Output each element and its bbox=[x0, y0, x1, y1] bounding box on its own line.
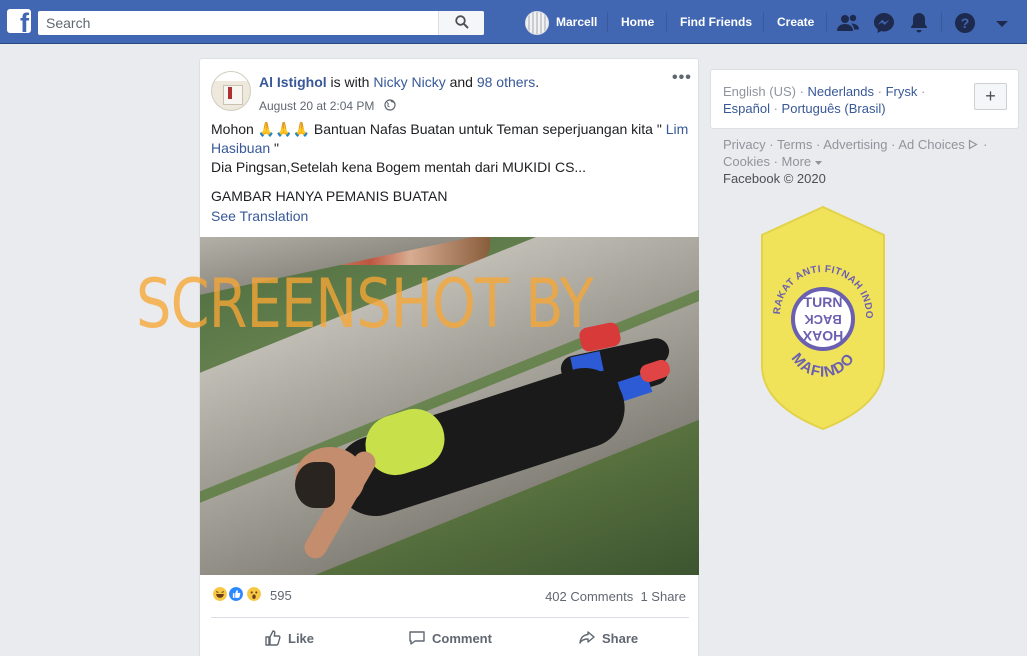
top-navigation-bar: f Marcell Home Find Friends Create ? bbox=[0, 0, 1027, 44]
share-icon bbox=[579, 631, 595, 644]
cookies-link[interactable]: Cookies bbox=[723, 154, 770, 169]
post-text-line-1: Mohon 🙏🙏🙏 Bantuan Nafas Buatan untuk Tem… bbox=[211, 120, 689, 158]
post-message: Mohon 🙏🙏🙏 Bantuan Nafas Buatan untuk Tem… bbox=[211, 120, 689, 206]
profile-avatar[interactable] bbox=[525, 11, 549, 35]
nav-divider bbox=[763, 12, 764, 32]
notifications-icon[interactable] bbox=[907, 11, 931, 35]
badge-center-line-1: TURN bbox=[804, 294, 843, 310]
facebook-logo-icon[interactable]: f bbox=[7, 9, 31, 33]
language-link[interactable]: Frysk bbox=[886, 84, 918, 99]
engagement-counts: 402 Comments 1 Share bbox=[545, 589, 686, 604]
actions-divider bbox=[211, 617, 689, 618]
post-options-button[interactable]: ••• bbox=[672, 69, 692, 87]
author-name[interactable]: Al Istighol bbox=[259, 74, 327, 90]
and-text: and bbox=[445, 74, 477, 90]
like-button[interactable]: Like bbox=[264, 629, 314, 647]
messenger-icon[interactable] bbox=[872, 11, 896, 35]
more-link[interactable]: More bbox=[782, 154, 812, 169]
search-input[interactable] bbox=[38, 11, 438, 35]
copyright-text: Facebook © 2020 bbox=[723, 171, 826, 186]
wow-reaction-icon bbox=[245, 585, 263, 603]
privacy-link[interactable]: Privacy bbox=[723, 137, 766, 152]
author-avatar[interactable] bbox=[211, 71, 251, 111]
avatar-book-image bbox=[223, 85, 243, 105]
friend-requests-icon[interactable] bbox=[836, 11, 860, 35]
language-selector-card: English (US) · Nederlands · Frysk · Espa… bbox=[710, 69, 1019, 129]
ad-choices-icon bbox=[969, 139, 979, 150]
search-icon bbox=[455, 15, 469, 29]
comment-label: Comment bbox=[432, 631, 492, 646]
post-meta: August 20 at 2:04 PM bbox=[259, 99, 396, 113]
post-text-first: Mohon 🙏🙏🙏 Bantuan Nafas Buatan untuk Tem… bbox=[211, 121, 662, 137]
facebook-logo-letter: f bbox=[20, 9, 29, 34]
language-link[interactable]: Español bbox=[723, 101, 770, 116]
home-link[interactable]: Home bbox=[621, 15, 654, 29]
find-friends-link[interactable]: Find Friends bbox=[680, 15, 752, 29]
globe-icon[interactable] bbox=[384, 99, 396, 111]
see-translation-link[interactable]: See Translation bbox=[211, 208, 308, 224]
comment-button[interactable]: Comment bbox=[408, 629, 492, 647]
post-text-quote: " bbox=[270, 140, 280, 156]
with-text: is with bbox=[326, 74, 374, 90]
badge-center-line-3: HOAX bbox=[802, 328, 843, 344]
post-text-line-2: Dia Pingsan,Setelah kena Bogem mentah da… bbox=[211, 159, 587, 175]
turn-back-hoax-badge: MASYARAKAT ANTI FITNAH INDONESIA TURN BA… bbox=[756, 205, 885, 431]
shares-count-link[interactable]: 1 Share bbox=[640, 589, 686, 604]
nav-divider bbox=[826, 12, 827, 32]
tagged-others-link[interactable]: 98 others bbox=[477, 74, 535, 90]
add-language-button[interactable]: + bbox=[974, 83, 1007, 110]
share-label: Share bbox=[602, 631, 639, 646]
photo-person-hair bbox=[295, 462, 335, 508]
search-button[interactable] bbox=[438, 11, 484, 35]
period-text: . bbox=[535, 74, 540, 90]
avatar-ribbon bbox=[228, 87, 232, 99]
comment-icon bbox=[409, 631, 425, 645]
thumbs-up-icon bbox=[265, 630, 281, 646]
language-list: English (US) · Nederlands · Frysk · Espa… bbox=[723, 84, 926, 116]
avatar-banner bbox=[212, 72, 250, 81]
post-card: Al Istighol is with Nicky Nicky and 98 o… bbox=[199, 58, 699, 656]
advertising-link[interactable]: Advertising bbox=[823, 137, 887, 152]
tagged-person-link[interactable]: Nicky Nicky bbox=[373, 74, 445, 90]
current-language: English (US) bbox=[723, 84, 796, 99]
create-link[interactable]: Create bbox=[777, 15, 814, 29]
account-menu-icon[interactable] bbox=[990, 11, 1014, 35]
reaction-count: 595 bbox=[270, 588, 292, 603]
terms-link[interactable]: Terms bbox=[777, 137, 812, 152]
like-reaction-icon bbox=[227, 585, 245, 603]
like-label: Like bbox=[288, 631, 315, 646]
nav-divider bbox=[941, 12, 942, 32]
help-icon[interactable]: ? bbox=[953, 11, 977, 35]
profile-link[interactable]: Marcell bbox=[556, 15, 597, 29]
post-text-line-3: GAMBAR HANYA PEMANIS BUATAN bbox=[211, 188, 448, 204]
share-button[interactable]: Share bbox=[578, 629, 638, 647]
comments-count-link[interactable]: 402 Comments bbox=[545, 589, 633, 604]
post-timestamp[interactable]: August 20 at 2:04 PM bbox=[259, 99, 374, 113]
screenshot-watermark: SCREENSHOT BY bbox=[136, 265, 594, 344]
language-link[interactable]: Nederlands bbox=[808, 84, 875, 99]
language-link[interactable]: Português (Brasil) bbox=[782, 101, 886, 116]
badge-center-line-2: BACK bbox=[804, 312, 842, 327]
nav-divider bbox=[607, 12, 608, 32]
caret-down-icon bbox=[814, 161, 822, 165]
nav-divider bbox=[666, 12, 667, 32]
search-box bbox=[38, 11, 484, 35]
ad-choices-link[interactable]: Ad Choices bbox=[898, 137, 964, 152]
post-header: Al Istighol is with Nicky Nicky and 98 o… bbox=[259, 74, 539, 90]
svg-text:?: ? bbox=[961, 15, 970, 31]
footer-links: Privacy · Terms · Advertising · Ad Choic… bbox=[723, 137, 988, 186]
